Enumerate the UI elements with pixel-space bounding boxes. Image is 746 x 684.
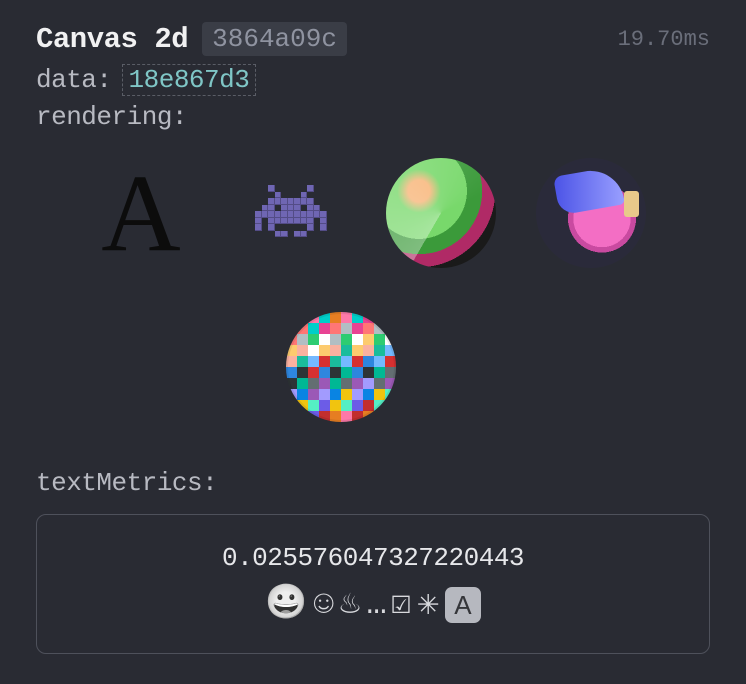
- textmetrics-label: textMetrics:: [36, 468, 710, 498]
- eight-spoked-asterisk-icon: ✳: [417, 587, 439, 623]
- render-timing: 19.70ms: [618, 27, 710, 52]
- textmetrics-glyph-row: 😀 ☺ ♨ … ☑ ✳ A: [57, 587, 689, 623]
- letter-a-icon: A: [101, 158, 180, 268]
- hot-springs-icon: ♨: [340, 588, 360, 622]
- sample-space-invader: [236, 158, 346, 268]
- panel-title: Canvas 2d: [36, 23, 188, 56]
- ellipsis-icon: …: [366, 588, 384, 622]
- header: Canvas 2d 3864a09c 19.70ms: [36, 22, 710, 56]
- data-row: data: 18e867d3: [36, 64, 710, 96]
- smiling-face-icon: ☺: [313, 588, 333, 622]
- canvas-hash-badge[interactable]: 3864a09c: [202, 22, 347, 56]
- textmetrics-value: 0.025576047327220443: [57, 543, 689, 573]
- space-invader-icon: [255, 185, 327, 241]
- sample-chroma-circle-a: [386, 158, 496, 268]
- title-group: Canvas 2d 3864a09c: [36, 22, 347, 56]
- boxed-letter-a-icon: A: [445, 587, 481, 623]
- data-label: data:: [36, 65, 112, 95]
- render-samples-row-1: A: [36, 138, 710, 292]
- sample-glyph-letter-a: A: [86, 158, 196, 268]
- sample-chroma-circle-b: [536, 158, 646, 268]
- grinning-face-icon: 😀: [265, 588, 307, 622]
- textmetrics-box: 0.025576047327220443 😀 ☺ ♨ … ☑ ✳ A: [36, 514, 710, 654]
- data-hash-link[interactable]: 18e867d3: [122, 64, 257, 96]
- rendering-row: rendering:: [36, 102, 710, 132]
- rendering-label: rendering:: [36, 102, 187, 132]
- ballot-box-check-icon: ☑: [391, 588, 411, 622]
- sample-pixel-noise-circle: [286, 312, 396, 422]
- render-samples-row-2: [36, 292, 710, 446]
